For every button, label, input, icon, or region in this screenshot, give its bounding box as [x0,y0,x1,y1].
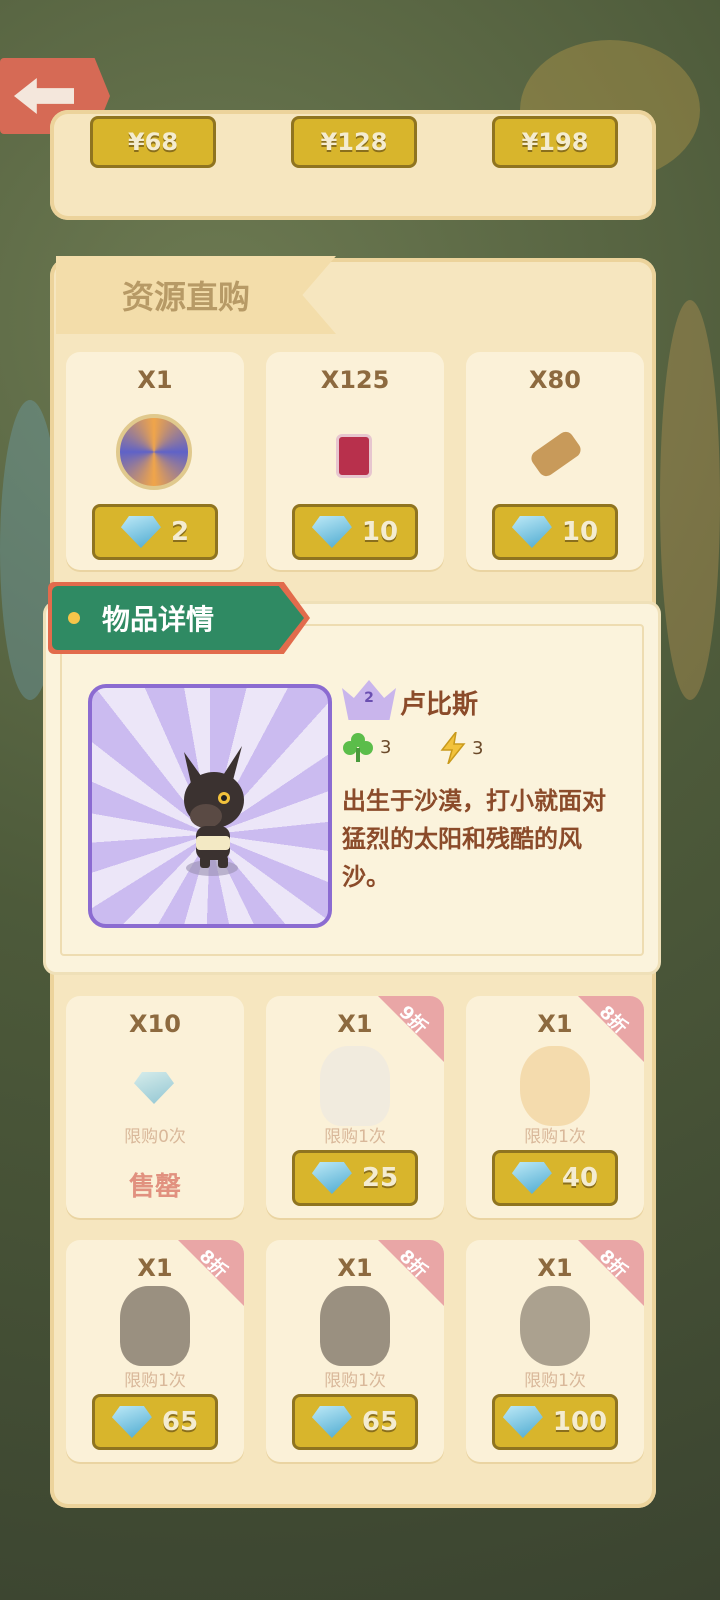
anubis-character-icon [120,1286,190,1366]
price-button-128[interactable]: ¥128 [291,116,417,168]
sold-out-label: 售罄 [128,1172,181,1202]
buy-button[interactable]: 10 [292,504,418,560]
price-label: 10 [361,517,399,547]
buy-button[interactable]: 100 [492,1394,618,1450]
buy-button[interactable]: 2 [92,504,218,560]
price-button-68[interactable]: ¥68 [90,116,216,168]
price-label: ¥68 [127,128,179,156]
section-title-tab: 资源直购 [56,256,336,334]
luck-value: 3 [380,736,392,758]
card-quantity: X1 [137,366,173,394]
lightning-icon [440,732,466,764]
energy-value: 3 [472,737,484,759]
price-label: 2 [170,517,190,547]
character-level: 2 [364,690,374,706]
wood-log-icon [528,428,584,480]
blonde-girl-character-icon [520,1046,590,1126]
card-quantity: X80 [529,366,581,394]
card-quantity: X1 [537,1254,573,1282]
background-decoration [660,300,720,700]
buy-button[interactable]: 10 [492,504,618,560]
energy-stat: 3 [440,732,483,764]
purchase-limit: 限购1次 [324,1371,386,1391]
price-label: ¥198 [521,128,589,156]
white-tiger-character-icon [320,1046,390,1126]
shop-card[interactable]: X80 10 [466,352,644,570]
gem-icon [502,1406,543,1438]
shop-card[interactable]: 8折 X1 限购1次 65 [266,1240,444,1462]
price-label: 65 [361,1407,399,1437]
price-label: 100 [552,1407,608,1437]
shop-card[interactable]: 8折 X1 限购1次 65 [66,1240,244,1462]
price-label: 25 [361,1163,399,1193]
purchase-limit: 限购0次 [124,1127,186,1147]
gem-icon [511,516,552,548]
buy-button[interactable]: 65 [292,1394,418,1450]
shop-card[interactable]: 8折 X1 限购1次 40 [466,996,644,1218]
shop-card[interactable]: X125 10 [266,352,444,570]
card-quantity: X125 [320,366,390,394]
buy-button[interactable]: 40 [492,1150,618,1206]
purchase-limit: 限购1次 [124,1371,186,1391]
dot-icon [68,612,80,624]
purchase-limit: 限购1次 [524,1371,586,1391]
purchase-limit: 限购1次 [324,1127,386,1147]
gem-icon [311,1162,352,1194]
luck-stat: 3 [342,732,391,762]
character-description: 出生于沙漠，打小就面对猛烈的太阳和残酷的风沙。 [342,787,606,891]
popup-title-tab: 物品详情 [52,586,304,650]
clover-icon [343,733,373,762]
jam-jar-icon [336,434,372,478]
price-label: ¥128 [320,128,388,156]
shop-card[interactable]: X10 限购0次 售罄 [66,996,244,1218]
price-label: 40 [561,1163,599,1193]
popup-title: 物品详情 [102,603,215,636]
gem-icon [311,516,352,548]
swirl-orb-icon [116,414,192,490]
card-quantity: X10 [129,1010,181,1038]
shop-card[interactable]: 9折 X1 限购1次 25 [266,996,444,1218]
card-quantity: X1 [337,1254,373,1282]
gem-icon [511,1162,552,1194]
section-title: 资源直购 [122,278,251,316]
crow-character-icon [520,1286,590,1366]
buy-button[interactable]: 25 [292,1150,418,1206]
anubis-character-icon [184,746,244,876]
price-label: 65 [161,1407,199,1437]
gem-icon [311,1406,352,1438]
character-portrait [88,684,332,928]
purchase-limit: 限购1次 [524,1127,586,1147]
shop-card[interactable]: X1 2 [66,352,244,570]
card-quantity: X1 [537,1010,573,1038]
buy-button[interactable]: 65 [92,1394,218,1450]
gem-icon [120,516,161,548]
card-quantity: X1 [337,1010,373,1038]
back-arrow-icon [14,78,74,114]
price-label: 10 [561,517,599,547]
anubis-character-icon [320,1286,390,1366]
card-quantity: X1 [137,1254,173,1282]
price-button-198[interactable]: ¥198 [492,116,618,168]
gem-icon [134,1072,174,1104]
character-name: 卢比斯 [400,690,479,720]
shop-card[interactable]: 8折 X1 限购1次 100 [466,1240,644,1462]
gem-icon [111,1406,152,1438]
